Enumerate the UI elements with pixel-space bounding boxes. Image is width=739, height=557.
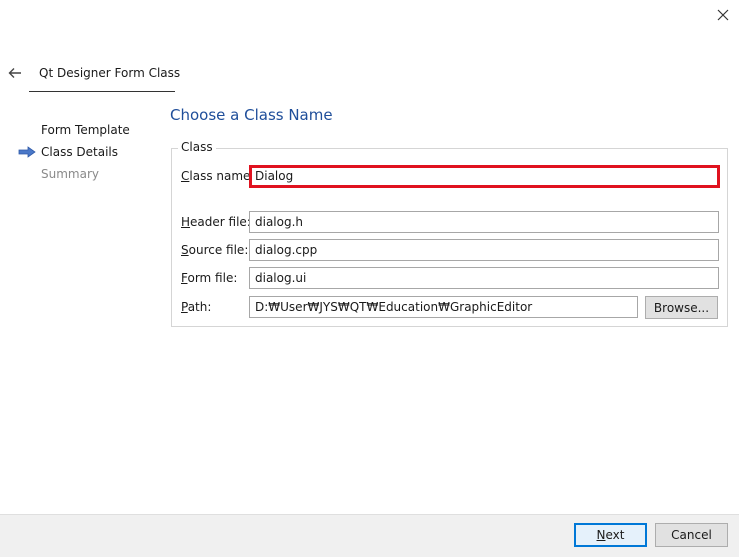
path-label: Path: [181,300,211,314]
header-file-input[interactable]: dialog.h [249,211,719,233]
class-name-input[interactable]: Dialog [249,165,720,188]
mnemonic: N [596,528,606,542]
step-label: Class Details [41,145,118,159]
source-file-label: Source file: [181,243,248,257]
label-text: orm file: [187,271,238,285]
mnemonic: H [181,215,191,229]
current-step-arrow-icon [18,146,36,158]
back-arrow-icon [8,68,21,78]
mnemonic: P [181,300,188,314]
next-button[interactable]: Next [574,523,647,547]
step-label: Summary [41,167,99,181]
form-file-input[interactable]: dialog.ui [249,267,719,289]
close-button[interactable] [709,2,737,28]
title-underline [29,91,175,92]
label-text: lass name: [189,169,255,183]
class-name-label: Class name: [181,169,254,183]
browse-button[interactable]: Browse... [645,296,718,319]
close-icon [717,9,729,21]
button-label: ext [605,528,625,542]
label-text: ource file: [188,243,249,257]
header-file-label: Header file: [181,215,251,229]
step-label: Form Template [41,123,130,137]
label-text: eader file: [190,215,251,229]
wizard-title: Qt Designer Form Class [39,66,181,80]
source-file-input[interactable]: dialog.cpp [249,239,719,261]
step-class-details: Class Details [16,143,156,161]
back-button[interactable] [4,62,26,84]
step-form-template: Form Template [16,121,156,139]
page-heading: Choose a Class Name [170,106,333,124]
label-text: ath: [187,300,212,314]
form-file-label: Form file: [181,271,237,285]
cancel-button[interactable]: Cancel [655,523,728,547]
mnemonic: S [181,243,189,257]
path-input[interactable]: D:₩User₩JYS₩QT₩Education₩GraphicEditor [249,296,638,318]
step-summary: Summary [16,165,156,183]
class-group-title: Class [178,140,216,154]
